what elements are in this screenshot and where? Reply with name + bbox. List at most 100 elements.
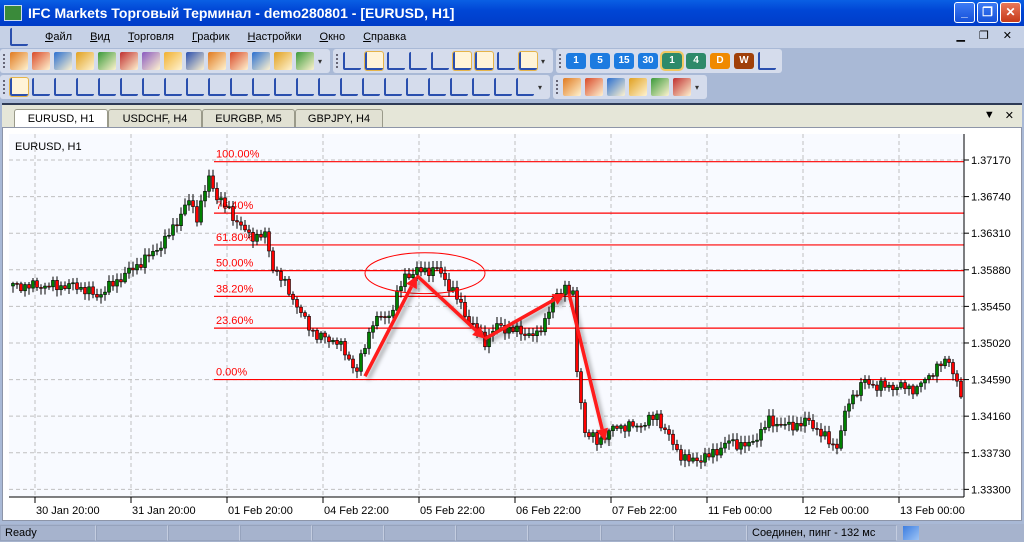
export-icon[interactable] bbox=[208, 52, 226, 70]
periodicity-icon[interactable] bbox=[758, 52, 776, 70]
channel-icon[interactable] bbox=[186, 78, 204, 96]
chart-shift-icon[interactable] bbox=[474, 51, 494, 71]
line-chart-icon[interactable] bbox=[387, 52, 405, 70]
equidistant-channel-icon[interactable] bbox=[252, 78, 270, 96]
tabs-menu-icon[interactable]: ▼ bbox=[984, 109, 995, 122]
expert-advisors-icon[interactable] bbox=[142, 52, 160, 70]
market-watch-icon[interactable] bbox=[54, 52, 72, 70]
y-tick-label: 1.34160 bbox=[971, 411, 1011, 423]
indicators-list-icon[interactable] bbox=[563, 78, 581, 96]
tab-eurgbp-m5[interactable]: EURGBP, M5 bbox=[202, 109, 295, 129]
menu-chart[interactable]: График bbox=[183, 31, 239, 43]
menu-bar: Файл Вид Торговля График Настройки Окно … bbox=[0, 26, 1024, 48]
reports-icon[interactable] bbox=[252, 52, 270, 70]
toolbar-options-icon[interactable]: ▾ bbox=[318, 57, 326, 66]
ellipse-icon[interactable] bbox=[472, 78, 490, 96]
fibo-level-label: 38.20% bbox=[216, 283, 254, 295]
history-icon[interactable] bbox=[186, 52, 204, 70]
menu-trade[interactable]: Торговля bbox=[119, 31, 183, 43]
candlesticks-icon[interactable] bbox=[364, 51, 384, 71]
x-tick-label: 31 Jan 20:00 bbox=[132, 505, 196, 517]
chart-window[interactable]: 100.00% 76.40% 61.80% 50.00% 38.20% 23.60% 0.0… bbox=[2, 127, 1022, 521]
chart-menu-icon[interactable] bbox=[10, 28, 28, 46]
timeframe-button[interactable]: D bbox=[710, 53, 730, 69]
trendline-icon[interactable] bbox=[76, 78, 94, 96]
menu-file[interactable]: Файл bbox=[36, 31, 81, 43]
text-label-icon[interactable] bbox=[516, 78, 534, 96]
zoom-in-icon[interactable] bbox=[409, 52, 427, 70]
fibo-level-label: 100.00% bbox=[216, 149, 260, 161]
mdi-restore-button[interactable]: ❐ bbox=[979, 29, 989, 42]
menu-help[interactable]: Справка bbox=[354, 31, 415, 43]
fibo-retracement-icon[interactable] bbox=[274, 78, 292, 96]
andrews-pitchfork-icon[interactable] bbox=[208, 78, 226, 96]
cursor-icon[interactable] bbox=[9, 77, 29, 97]
fibo-arcs-icon[interactable] bbox=[318, 78, 336, 96]
menu-view[interactable]: Вид bbox=[81, 31, 119, 43]
horizontal-line-icon[interactable] bbox=[120, 78, 138, 96]
mdi-minimize-button[interactable]: ▁ bbox=[956, 29, 964, 42]
strategy-tester-icon[interactable] bbox=[164, 52, 182, 70]
vertical-line-icon[interactable] bbox=[142, 78, 160, 96]
angle-line-icon[interactable] bbox=[98, 78, 116, 96]
fibo-fan-icon[interactable] bbox=[340, 78, 358, 96]
y-tick-label: 1.33730 bbox=[971, 448, 1011, 460]
triangle-icon[interactable] bbox=[450, 78, 468, 96]
price-chart[interactable]: 100.00%76.40%61.80%50.00%38.20%23.60%0.0… bbox=[3, 128, 1021, 520]
timeframe-button[interactable]: 30 bbox=[638, 53, 658, 69]
regression-icon[interactable] bbox=[406, 78, 424, 96]
y-tick-label: 1.36740 bbox=[971, 192, 1011, 204]
mdi-close-button[interactable]: ✕ bbox=[1003, 29, 1012, 42]
toolbar-options-icon[interactable]: ▾ bbox=[538, 83, 546, 92]
timeframe-button[interactable]: W bbox=[734, 53, 754, 69]
text-icon[interactable] bbox=[494, 78, 512, 96]
open-chart-icon[interactable] bbox=[32, 52, 50, 70]
fibo-expansion-icon[interactable] bbox=[296, 78, 314, 96]
help-icon[interactable] bbox=[673, 78, 691, 96]
fibo-channel-icon[interactable] bbox=[384, 78, 402, 96]
close-button[interactable]: ✕ bbox=[1000, 2, 1021, 23]
network-icon bbox=[903, 526, 919, 540]
data-window-icon[interactable] bbox=[120, 52, 138, 70]
tab-gbpjpy-h4[interactable]: GBPJPY, H4 bbox=[295, 109, 383, 129]
pencil-icon[interactable] bbox=[164, 78, 182, 96]
grid-icon[interactable] bbox=[518, 51, 538, 71]
open-folder-icon[interactable] bbox=[274, 52, 292, 70]
gann-fan-icon[interactable] bbox=[230, 78, 248, 96]
object-icon[interactable] bbox=[54, 78, 72, 96]
alerts-icon[interactable] bbox=[230, 52, 248, 70]
zoom-out-icon[interactable] bbox=[431, 52, 449, 70]
timeframe-button[interactable]: 4 bbox=[686, 53, 706, 69]
tabs-close-icon[interactable]: ✕ bbox=[1005, 109, 1014, 122]
alert-add-icon[interactable] bbox=[585, 78, 603, 96]
save-folder-icon[interactable] bbox=[296, 52, 314, 70]
new-order-icon[interactable] bbox=[10, 52, 28, 70]
toolbar-options-icon[interactable]: ▾ bbox=[695, 83, 703, 92]
menu-settings[interactable]: Настройки bbox=[239, 31, 311, 43]
terminal-icon[interactable] bbox=[98, 52, 116, 70]
news-icon[interactable] bbox=[651, 78, 669, 96]
plot-area bbox=[9, 134, 965, 497]
indicators-icon[interactable] bbox=[497, 52, 515, 70]
timeframe-button[interactable]: 1 bbox=[566, 53, 586, 69]
alert-disabled-icon[interactable] bbox=[607, 78, 625, 96]
fibo-timezones-icon[interactable] bbox=[362, 78, 380, 96]
tab-usdchf-h4[interactable]: USDCHF, H4 bbox=[108, 109, 202, 129]
menu-window[interactable]: Окно bbox=[311, 31, 355, 43]
auto-scroll-icon[interactable] bbox=[452, 51, 472, 71]
fibo-level-label: 0.00% bbox=[216, 367, 247, 379]
rectangle-icon[interactable] bbox=[428, 78, 446, 96]
fibo-level-label: 50.00% bbox=[216, 258, 254, 270]
x-tick-label: 30 Jan 20:00 bbox=[36, 505, 100, 517]
timeframe-button[interactable]: 1 bbox=[660, 51, 684, 71]
minimize-button[interactable]: _ bbox=[954, 2, 975, 23]
restore-button[interactable]: ❐ bbox=[977, 2, 998, 23]
crosshair-icon[interactable] bbox=[32, 78, 50, 96]
options-icon[interactable] bbox=[629, 78, 647, 96]
connection-status: Соединен, пинг - 132 мс bbox=[747, 525, 897, 541]
navigator-icon[interactable] bbox=[76, 52, 94, 70]
timeframe-button[interactable]: 15 bbox=[614, 53, 634, 69]
toolbar-options-icon[interactable]: ▾ bbox=[541, 57, 549, 66]
bar-chart-icon[interactable] bbox=[343, 52, 361, 70]
timeframe-button[interactable]: 5 bbox=[590, 53, 610, 69]
